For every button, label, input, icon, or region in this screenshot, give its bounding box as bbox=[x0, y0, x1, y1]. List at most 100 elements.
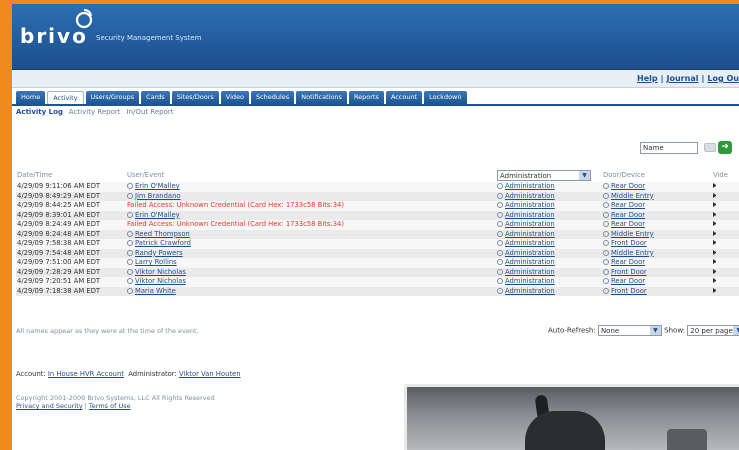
clear-filter-button[interactable] bbox=[704, 143, 716, 152]
row-event[interactable]: Randy Powers bbox=[126, 248, 496, 258]
user-link[interactable]: Reed Thompson bbox=[135, 230, 190, 238]
row-door[interactable]: Rear Door bbox=[602, 201, 712, 211]
row-video[interactable] bbox=[712, 258, 739, 268]
row-video[interactable] bbox=[712, 286, 739, 296]
door-link[interactable]: Rear Door bbox=[611, 201, 645, 209]
tab-sites-doors[interactable]: Sites/Doors bbox=[171, 91, 219, 104]
group-link[interactable]: Administration bbox=[505, 220, 555, 228]
subtab-in-out-report[interactable]: In/Out Report bbox=[127, 108, 174, 116]
door-link[interactable]: Rear Door bbox=[611, 182, 645, 190]
row-door[interactable]: Middle Entry bbox=[602, 229, 712, 239]
user-link[interactable]: Jim Brandano bbox=[135, 192, 181, 200]
group-link[interactable]: Administration bbox=[505, 287, 555, 295]
group-link[interactable]: Administration bbox=[505, 258, 555, 266]
row-video[interactable] bbox=[712, 229, 739, 239]
row-door[interactable]: Rear Door bbox=[602, 210, 712, 220]
auto-refresh-select[interactable]: None ▼ bbox=[597, 325, 662, 336]
tab-home[interactable]: Home bbox=[16, 91, 46, 104]
tab-account[interactable]: Account bbox=[385, 91, 423, 104]
door-link[interactable]: Middle Entry bbox=[611, 249, 654, 257]
log-out-link[interactable]: Log Ou bbox=[707, 74, 739, 83]
row-video[interactable] bbox=[712, 220, 739, 230]
row-group[interactable]: Administration bbox=[496, 258, 602, 268]
row-event[interactable]: Patrick Crawford bbox=[126, 239, 496, 249]
row-door[interactable]: Front Door bbox=[602, 239, 712, 249]
go-arrow-button[interactable]: ➜ bbox=[718, 141, 732, 154]
row-door[interactable]: Front Door bbox=[602, 286, 712, 296]
subtab-activity-log[interactable]: Activity Log bbox=[16, 108, 63, 116]
admin-name-link[interactable]: Viktor Van Houten bbox=[179, 370, 241, 378]
door-link[interactable]: Middle Entry bbox=[611, 230, 654, 238]
video-play-icon[interactable] bbox=[713, 249, 720, 255]
door-link[interactable]: Front Door bbox=[611, 287, 647, 295]
row-group[interactable]: Administration bbox=[496, 191, 602, 201]
row-door[interactable]: Rear Door bbox=[602, 258, 712, 268]
row-group[interactable]: Administration bbox=[496, 229, 602, 239]
row-group[interactable]: Administration bbox=[496, 277, 602, 287]
page-size-select[interactable]: 20 per page ▼ bbox=[687, 325, 739, 336]
group-link[interactable]: Administration bbox=[505, 277, 555, 285]
tab-reports[interactable]: Reports bbox=[348, 91, 384, 104]
video-play-icon[interactable] bbox=[713, 287, 720, 293]
row-video[interactable] bbox=[712, 267, 739, 277]
video-play-icon[interactable] bbox=[713, 221, 720, 226]
row-group[interactable]: Administration bbox=[496, 239, 602, 249]
journal-link[interactable]: Journal bbox=[667, 74, 699, 83]
name-filter-input[interactable] bbox=[640, 142, 698, 154]
video-play-icon[interactable] bbox=[713, 211, 720, 217]
account-name-link[interactable]: In House HVR Account bbox=[48, 370, 124, 378]
video-play-icon[interactable] bbox=[713, 183, 720, 188]
tab-video[interactable]: Video bbox=[220, 91, 249, 104]
row-video[interactable] bbox=[712, 210, 739, 220]
row-video[interactable] bbox=[712, 277, 739, 287]
door-link[interactable]: Rear Door bbox=[611, 220, 645, 228]
row-event[interactable]: Viktor Nicholas bbox=[126, 267, 496, 277]
group-link[interactable]: Administration bbox=[505, 201, 555, 209]
row-group[interactable]: Administration bbox=[496, 220, 602, 230]
row-group[interactable]: Administration bbox=[496, 201, 602, 211]
group-select[interactable]: Administration ▼ bbox=[497, 169, 591, 181]
terms-link[interactable]: Terms of Use bbox=[89, 402, 131, 410]
row-door[interactable]: Front Door bbox=[602, 267, 712, 277]
tab-schedules[interactable]: Schedules bbox=[250, 91, 295, 104]
video-play-icon[interactable] bbox=[713, 259, 720, 264]
row-video[interactable] bbox=[712, 201, 739, 211]
video-play-icon[interactable] bbox=[713, 230, 720, 236]
row-event[interactable]: Maria White bbox=[126, 286, 496, 296]
door-link[interactable]: Rear Door bbox=[611, 277, 645, 285]
group-link[interactable]: Administration bbox=[505, 230, 555, 238]
row-event[interactable]: Jim Brandano bbox=[126, 191, 496, 201]
user-link[interactable]: Maria White bbox=[135, 287, 176, 295]
group-link[interactable]: Administration bbox=[505, 239, 555, 247]
tab-cards[interactable]: Cards bbox=[141, 91, 170, 104]
group-link[interactable]: Administration bbox=[505, 182, 555, 190]
video-play-icon[interactable] bbox=[713, 192, 720, 198]
row-video[interactable] bbox=[712, 182, 739, 192]
help-link[interactable]: Help bbox=[637, 74, 658, 83]
privacy-link[interactable]: Privacy and Security bbox=[16, 402, 83, 410]
door-link[interactable]: Rear Door bbox=[611, 258, 645, 266]
row-group[interactable]: Administration bbox=[496, 267, 602, 277]
video-play-icon[interactable] bbox=[713, 202, 720, 207]
user-link[interactable]: Patrick Crawford bbox=[135, 239, 191, 247]
row-door[interactable]: Rear Door bbox=[602, 220, 712, 230]
tab-users-groups[interactable]: Users/Groups bbox=[85, 91, 140, 104]
row-event[interactable]: Viktor Nicholas bbox=[126, 277, 496, 287]
group-link[interactable]: Administration bbox=[505, 192, 555, 200]
row-group[interactable]: Administration bbox=[496, 286, 602, 296]
user-link[interactable]: Larry Rollins bbox=[135, 258, 177, 266]
row-event[interactable]: Erin O'Malley bbox=[126, 210, 496, 220]
row-group[interactable]: Administration bbox=[496, 248, 602, 258]
row-video[interactable] bbox=[712, 239, 739, 249]
row-event[interactable]: Larry Rollins bbox=[126, 258, 496, 268]
row-group[interactable]: Administration bbox=[496, 210, 602, 220]
tab-activity[interactable]: Activity bbox=[47, 91, 84, 104]
door-link[interactable]: Front Door bbox=[611, 268, 647, 276]
row-door[interactable]: Middle Entry bbox=[602, 248, 712, 258]
row-door[interactable]: Middle Entry bbox=[602, 191, 712, 201]
video-play-icon[interactable] bbox=[713, 278, 720, 283]
row-door[interactable]: Rear Door bbox=[602, 182, 712, 192]
user-link[interactable]: Viktor Nicholas bbox=[135, 268, 186, 276]
video-play-icon[interactable] bbox=[713, 240, 720, 245]
user-link[interactable]: Erin O'Malley bbox=[135, 211, 180, 219]
